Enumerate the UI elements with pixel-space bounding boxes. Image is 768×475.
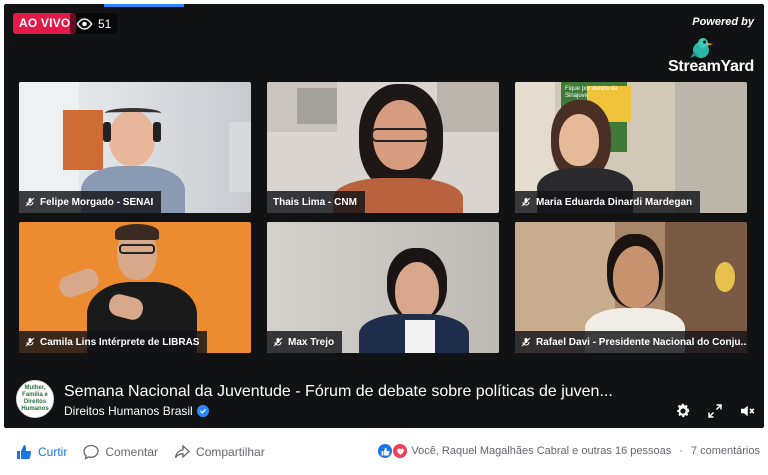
settings-gear-icon[interactable] bbox=[674, 402, 692, 420]
viewer-count: 51 bbox=[70, 13, 118, 34]
participant-nameplate: Rafael Davi - Presidente Nacional do Con… bbox=[515, 331, 747, 353]
reactions-text: Você, Raquel Magalhães Cabral e outras 1… bbox=[411, 445, 672, 457]
participant-name: Max Trejo bbox=[288, 336, 335, 348]
participant-name: Felipe Morgado - SENAI bbox=[40, 196, 154, 208]
streamyard-label: StreamYard bbox=[668, 58, 754, 75]
streamyard-branding: Powered by StreamYard bbox=[668, 16, 754, 76]
channel-name[interactable]: Direitos Humanos Brasil bbox=[64, 404, 209, 418]
verified-badge-icon bbox=[196, 405, 209, 417]
volume-muted-icon[interactable] bbox=[738, 402, 756, 420]
video-player[interactable]: AO VIVO 51 Powered by StreamYard Felipe … bbox=[4, 4, 764, 428]
mic-muted-icon bbox=[25, 337, 35, 347]
video-title[interactable]: Semana Nacional da Juventude - Fórum de … bbox=[64, 383, 644, 401]
channel-name-label: Direitos Humanos Brasil bbox=[64, 404, 193, 418]
participant-name: Thais Lima - CNM bbox=[273, 196, 357, 208]
mic-muted-icon bbox=[521, 337, 531, 347]
participant-name: Rafael Davi - Presidente Nacional do Con… bbox=[536, 336, 747, 348]
share-icon bbox=[174, 444, 190, 459]
mic-muted-icon bbox=[521, 197, 531, 207]
channel-avatar-text: Mulher, Família e Direitos Humanos bbox=[21, 385, 49, 412]
powered-by-label: Powered by bbox=[692, 16, 754, 28]
like-label: Curtir bbox=[38, 445, 68, 459]
mic-muted-icon bbox=[25, 197, 35, 207]
mic-muted-icon bbox=[273, 337, 283, 347]
participant-nameplate: Camila Lins Intérprete de LIBRAS bbox=[19, 331, 208, 353]
banner-text: Fique por dentro da Sinajuve bbox=[565, 86, 618, 99]
participant-name: Camila Lins Intérprete de LIBRAS bbox=[40, 336, 200, 348]
love-reaction-icon bbox=[393, 444, 408, 458]
viewer-count-value: 51 bbox=[98, 16, 112, 31]
share-label: Compartilhar bbox=[196, 445, 265, 459]
participant-tile-1[interactable]: Felipe Morgado - SENAI bbox=[19, 82, 251, 213]
fullscreen-icon[interactable] bbox=[706, 402, 724, 420]
progress-accent bbox=[104, 4, 184, 7]
streamyard-logo-icon bbox=[690, 38, 713, 58]
participant-tile-6[interactable]: Rafael Davi - Presidente Nacional do Con… bbox=[515, 222, 747, 353]
like-reaction-icon bbox=[378, 444, 393, 458]
participant-tile-5[interactable]: Max Trejo bbox=[267, 222, 499, 353]
participant-tile-4[interactable]: Camila Lins Intérprete de LIBRAS bbox=[19, 222, 251, 353]
thumbs-up-icon bbox=[17, 445, 32, 459]
comment-button[interactable]: Comentar bbox=[83, 440, 158, 464]
eye-icon bbox=[76, 17, 93, 30]
comment-label: Comentar bbox=[105, 445, 159, 459]
participant-name: Maria Eduarda Dinardi Mardegan bbox=[536, 196, 693, 208]
channel-avatar[interactable]: Mulher, Família e Direitos Humanos bbox=[16, 380, 54, 418]
participant-nameplate: Felipe Morgado - SENAI bbox=[19, 191, 162, 213]
participant-nameplate: Maria Eduarda Dinardi Mardegan bbox=[515, 191, 701, 213]
comments-count[interactable]: 7 comentários bbox=[691, 445, 760, 457]
participant-nameplate: Thais Lima - CNM bbox=[267, 191, 365, 213]
share-button[interactable]: Compartilhar bbox=[174, 440, 265, 464]
facebook-live-post: AO VIVO 51 Powered by StreamYard Felipe … bbox=[0, 0, 768, 475]
comment-icon bbox=[83, 444, 99, 460]
participant-tile-2[interactable]: Thais Lima - CNM bbox=[267, 82, 499, 213]
participant-tile-3[interactable]: Fique por dentro da Sinajuve Maria Eduar… bbox=[515, 82, 747, 213]
post-actions-bar: Curtir Comentar Compartilhar Você, Raque… bbox=[0, 432, 768, 472]
video-info: Mulher, Família e Direitos Humanos Seman… bbox=[16, 380, 636, 420]
reactions-summary[interactable]: Você, Raquel Magalhães Cabral e outras 1… bbox=[378, 444, 760, 458]
participant-nameplate: Max Trejo bbox=[267, 331, 343, 353]
like-button[interactable]: Curtir bbox=[16, 440, 67, 464]
live-badge: AO VIVO bbox=[13, 13, 77, 34]
player-controls bbox=[674, 402, 756, 420]
